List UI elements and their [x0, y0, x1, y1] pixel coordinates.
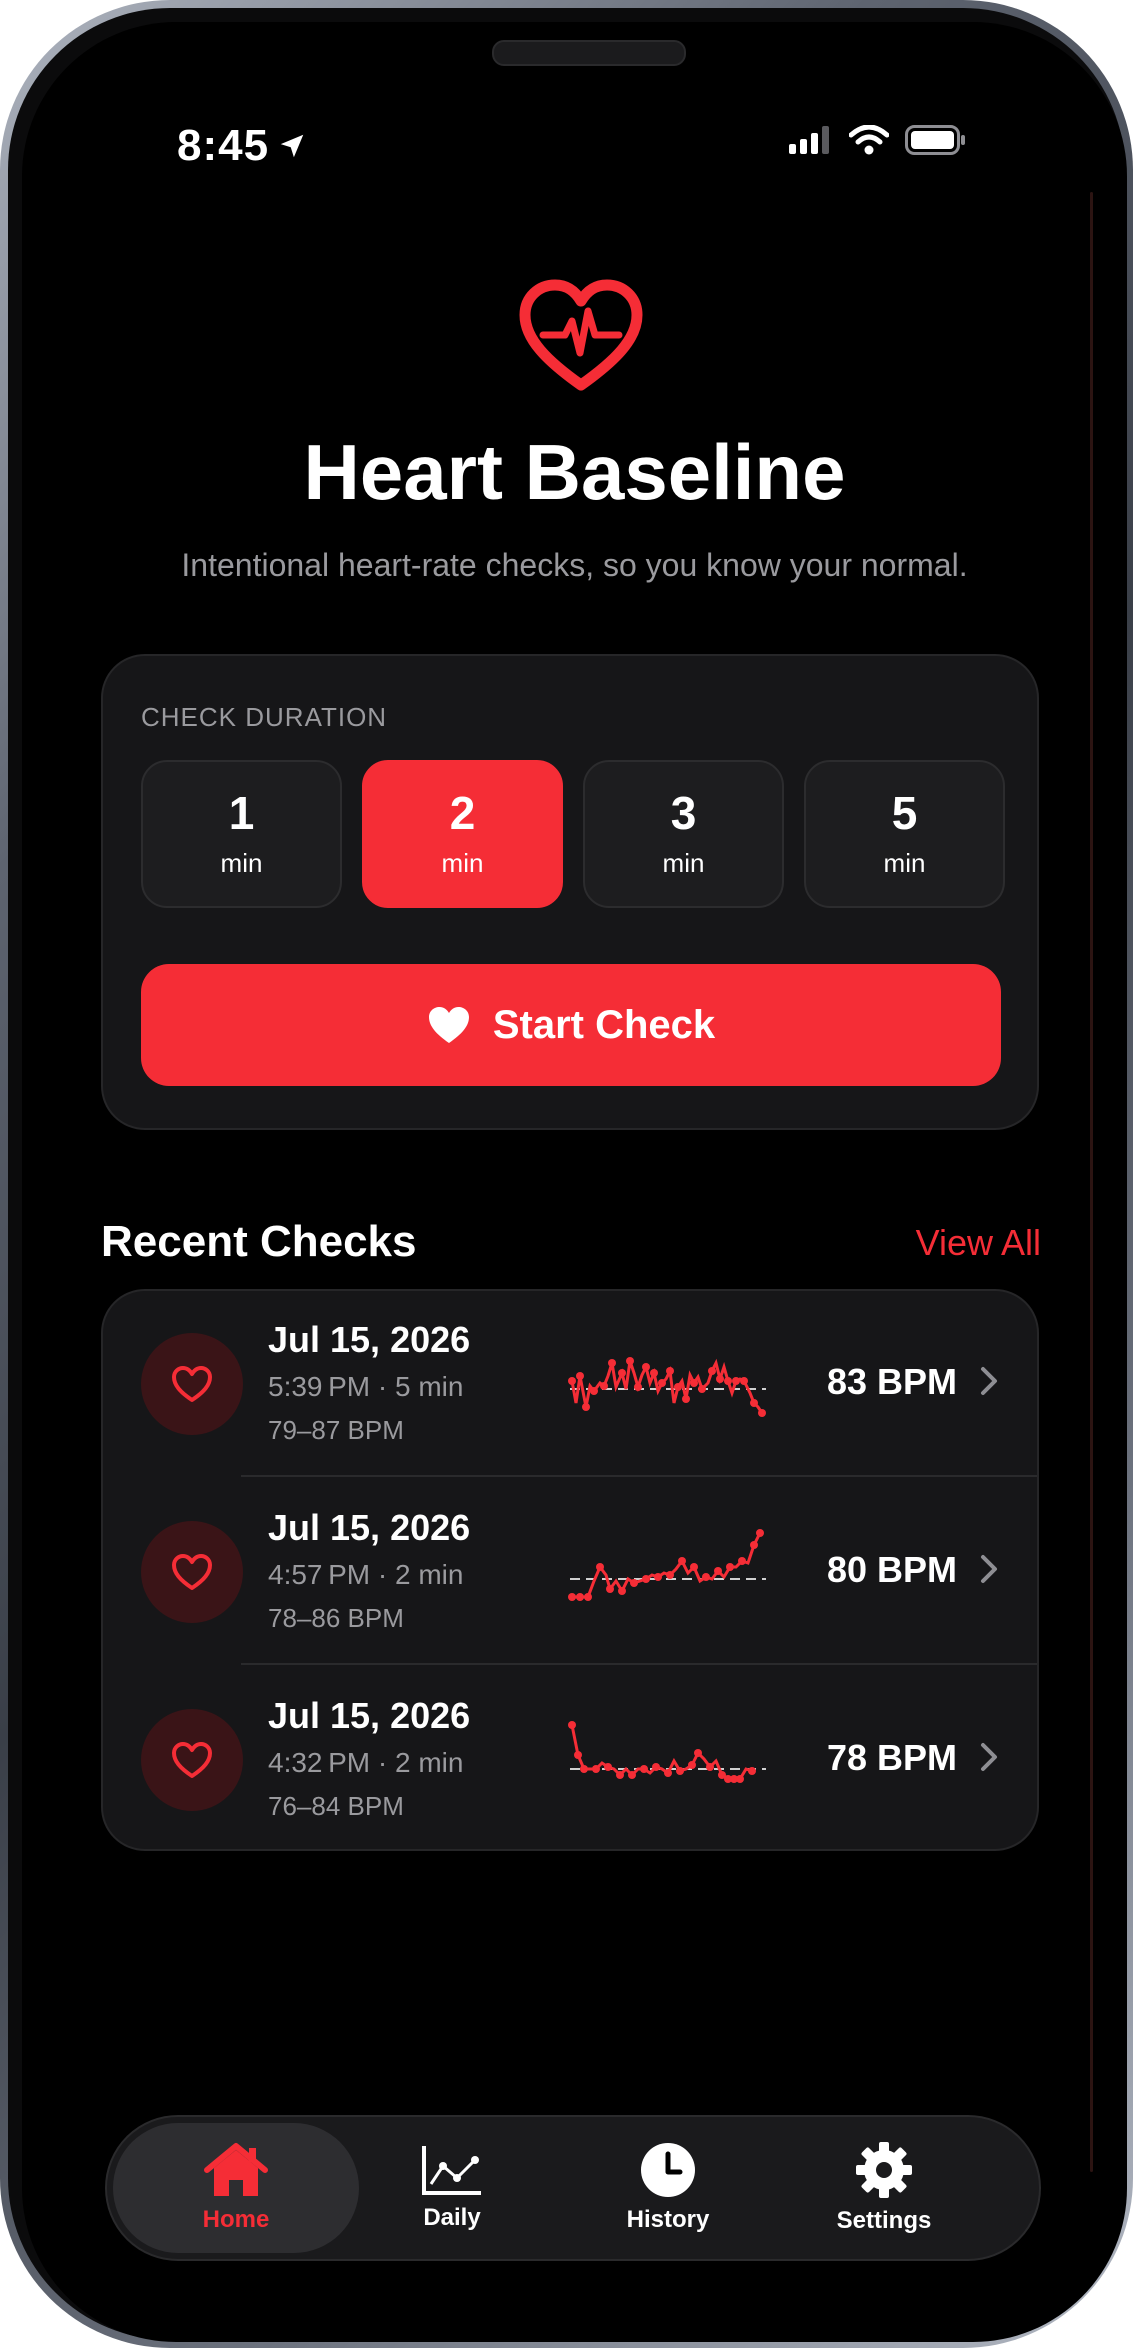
view-all-link[interactable]: View All: [916, 1222, 1041, 1264]
check-bpm-range: 78–86 BPM: [268, 1603, 404, 1633]
heart-pulse-logo-icon: [519, 279, 643, 391]
chevron-right-icon: [981, 1555, 997, 1583]
device-bezel: 8:45 Heart Baseline Intentional heart-ra…: [8, 8, 1127, 2342]
chevron-right-icon: [981, 1743, 997, 1771]
duration-options: 1 min 2 min 3 min 5 min: [141, 760, 1005, 908]
recent-checks-heading: Recent Checks: [101, 1217, 417, 1266]
heart-badge: [141, 1709, 243, 1811]
recent-checks-list: Jul 15, 2026 5:39 PM · 5 min 79–87 BPM 8…: [101, 1289, 1039, 1851]
recent-check-row[interactable]: Jul 15, 2026 4:32 PM · 2 min 76–84 BPM 7…: [103, 1667, 1037, 1849]
tab-bar: Home Daily History Settings: [105, 2115, 1041, 2261]
check-average-bpm: 80 BPM: [826, 1549, 957, 1590]
heart-rate-sparkline: [568, 1529, 766, 1601]
heart-icon: [428, 1007, 469, 1043]
duration-value: 2: [449, 786, 476, 839]
house-icon: [204, 2143, 268, 2196]
duration-unit: min: [662, 847, 705, 878]
duration-value: 3: [670, 786, 697, 839]
duration-option-1-min[interactable]: 1 min: [141, 760, 342, 908]
duration-unit: min: [441, 847, 484, 878]
heart-icon: [172, 1742, 212, 1778]
device-frame: 8:45 Heart Baseline Intentional heart-ra…: [0, 0, 1133, 2348]
heart-badge: [141, 1521, 243, 1623]
app-screen: 8:45 Heart Baseline Intentional heart-ra…: [22, 22, 1127, 2342]
chevron-right-icon: [981, 1367, 997, 1395]
status-icons: [789, 125, 967, 155]
status-time-label: 8:45: [177, 121, 270, 170]
duration-unit: min: [220, 847, 263, 878]
gear-icon: [856, 2142, 912, 2198]
wifi-icon: [849, 125, 889, 155]
cellular-signal-icon: [789, 126, 829, 154]
tab-settings-label: Settings: [836, 2207, 932, 2234]
tab-home[interactable]: Home: [113, 2123, 359, 2253]
check-date: Jul 15, 2026: [268, 1507, 471, 1548]
heart-icon: [172, 1366, 212, 1402]
location-arrow-icon: [280, 134, 304, 158]
start-check-button[interactable]: Start Check: [141, 964, 1001, 1086]
row-divider: [241, 1475, 1037, 1477]
recent-check-row[interactable]: Jul 15, 2026 5:39 PM · 5 min 79–87 BPM 8…: [103, 1291, 1037, 1477]
status-bar: 8:45: [22, 117, 1127, 177]
tab-history-label: History: [626, 2206, 710, 2233]
duration-option-5-min[interactable]: 5 min: [804, 760, 1005, 908]
check-average-bpm: 83 BPM: [826, 1361, 957, 1402]
duration-value: 5: [891, 786, 918, 839]
check-bpm-range: 76–84 BPM: [268, 1791, 404, 1821]
recent-check-row[interactable]: Jul 15, 2026 4:57 PM · 2 min 78–86 BPM 8…: [103, 1479, 1037, 1665]
check-time-duration: 4:32 PM · 2 min: [268, 1747, 464, 1778]
start-check-label: Start Check: [492, 1002, 716, 1047]
duration-option-2-min[interactable]: 2 min: [362, 760, 563, 908]
earpiece-speaker: [492, 40, 686, 66]
check-duration-label: CHECK DURATION: [141, 702, 388, 732]
check-time-duration: 4:57 PM · 2 min: [268, 1559, 464, 1590]
heart-badge: [141, 1333, 243, 1435]
heart-icon: [172, 1554, 212, 1590]
line-chart-icon: [422, 2146, 481, 2195]
clock-icon: [641, 2143, 695, 2197]
check-average-bpm: 78 BPM: [826, 1737, 957, 1778]
status-time: 8:45: [177, 121, 307, 171]
duration-unit: min: [883, 847, 926, 878]
duration-option-3-min[interactable]: 3 min: [583, 760, 784, 908]
battery-icon: [905, 125, 965, 155]
page-title: Heart Baseline: [303, 428, 846, 516]
check-time-duration: 5:39 PM · 5 min: [268, 1371, 464, 1402]
tab-daily[interactable]: Daily: [329, 2123, 575, 2253]
page-subtitle: Intentional heart-rate checks, so you kn…: [181, 547, 968, 583]
heart-rate-sparkline: [568, 1721, 766, 1783]
check-bpm-range: 79–87 BPM: [268, 1415, 404, 1445]
check-date: Jul 15, 2026: [268, 1319, 471, 1360]
heart-rate-sparkline: [568, 1357, 766, 1417]
tab-daily-label: Daily: [423, 2204, 481, 2231]
check-date: Jul 15, 2026: [268, 1695, 471, 1736]
tab-home-label: Home: [202, 2206, 270, 2233]
check-duration-card: CHECK DURATION 1 min 2 min 3 min 5 min S…: [101, 654, 1039, 1130]
row-divider: [241, 1663, 1037, 1665]
duration-value: 1: [228, 786, 255, 839]
tab-settings[interactable]: Settings: [761, 2123, 1007, 2253]
tab-history[interactable]: History: [545, 2123, 791, 2253]
